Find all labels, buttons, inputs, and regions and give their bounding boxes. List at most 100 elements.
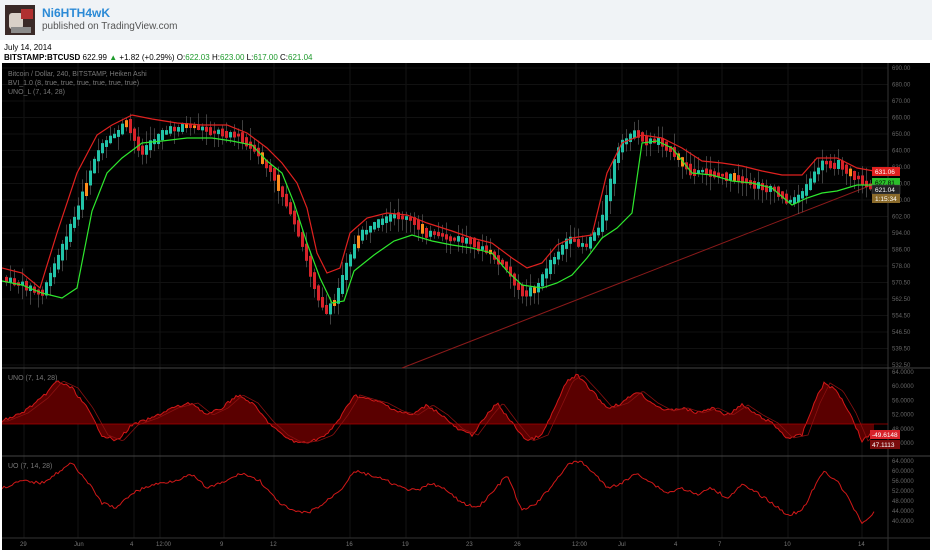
candle-body: [533, 287, 536, 294]
candle-body: [417, 219, 420, 230]
price-tick-14: 562.50: [892, 297, 911, 303]
candle-body: [233, 131, 236, 138]
candle-body: [409, 217, 412, 221]
chart-svg[interactable]: Bitcoin / Dollar, 240, BITSTAMP, Heiken …: [1, 63, 930, 550]
candle-body: [641, 132, 644, 142]
candle-body: [541, 274, 544, 287]
uo-axis[interactable]: 64.0000 60.0000 56.0000 52.0000 48.0000 44.00…: [892, 459, 914, 525]
time-axis[interactable]: 29 Jun 4 12:00 9 12 16 19 23 26 12:00 Jul 4 7 10 14: [20, 542, 865, 548]
time-tick-14: 10: [784, 542, 791, 548]
candle-body: [105, 140, 108, 147]
candle-body: [217, 129, 220, 135]
author-avatar[interactable]: [5, 5, 35, 35]
candle-body: [169, 126, 172, 134]
candle-body: [305, 243, 308, 261]
candle-body: [865, 180, 868, 188]
candle-body: [829, 160, 832, 169]
candle-body: [109, 135, 112, 144]
chart-area[interactable]: Bitcoin / Dollar, 240, BITSTAMP, Heiken …: [1, 63, 930, 550]
candle-body: [805, 184, 808, 196]
main-price-axis[interactable]: 690.00680.00670.00660.00650.00640.00630.…: [892, 66, 911, 369]
candle-body: [325, 304, 328, 314]
candle-body: [481, 246, 484, 250]
candle-body: [589, 236, 592, 249]
upper-band-line: [1, 114, 875, 290]
uo-tick-2: 56.0000: [892, 479, 914, 485]
candle-body: [25, 280, 28, 291]
study-uno-l-label[interactable]: UNO_L (7, 14, 28): [8, 89, 65, 96]
candle-body: [525, 290, 528, 297]
uno-tick-3: 52.0000: [892, 413, 914, 419]
candle-body: [549, 259, 552, 275]
candle-body: [561, 244, 564, 255]
candle-body: [245, 137, 248, 147]
price-tick-5: 640.00: [892, 149, 911, 155]
candle-body: [721, 173, 724, 177]
candle-body: [349, 254, 352, 267]
author-name[interactable]: Ni6HTH4wK: [42, 6, 110, 20]
main-pane-title: Bitcoin / Dollar, 240, BITSTAMP, Heiken …: [8, 71, 147, 78]
uno-tick-0: 64.0000: [892, 370, 914, 376]
candle-body: [53, 263, 56, 278]
published-note: published on TradingView.com: [42, 21, 178, 32]
candle-body: [433, 231, 436, 235]
candle-body: [573, 238, 576, 242]
candle-body: [405, 216, 408, 220]
candle-body: [825, 160, 828, 165]
price-tick-17: 539.50: [892, 347, 911, 353]
candle-body: [193, 125, 196, 129]
candle-body: [853, 170, 856, 181]
candle-body: [157, 133, 160, 145]
close-value: 621.04: [288, 53, 313, 62]
candle-body: [437, 231, 440, 237]
study-bvi-label[interactable]: BVI_1.0 (8, true, true, true, true, true…: [8, 80, 139, 87]
time-tick-7: 19: [402, 542, 409, 548]
time-tick-13: 7: [718, 542, 722, 548]
candle-body: [693, 168, 696, 176]
last-price: 622.99: [82, 53, 107, 62]
candle-body: [365, 229, 368, 235]
candle-body: [101, 143, 104, 154]
uno-pane-title[interactable]: UNO (7, 14, 28): [8, 375, 57, 382]
heiken-ashi-candles: [5, 113, 876, 325]
time-tick-9: 26: [514, 542, 521, 548]
candle-body: [61, 243, 64, 261]
candle-body: [121, 123, 124, 135]
candle-body: [521, 284, 524, 297]
candle-body: [729, 173, 732, 181]
candle-body: [357, 235, 360, 249]
candle-body: [869, 183, 872, 190]
candle-body: [441, 233, 444, 237]
candle-body: [213, 130, 216, 134]
candle-body: [621, 139, 624, 153]
candle-body: [113, 133, 116, 139]
high-label: H:: [211, 53, 220, 62]
uo-tick-3: 52.0000: [892, 489, 914, 495]
candle-body: [753, 181, 756, 189]
candle-body: [833, 162, 836, 169]
candle-body: [173, 126, 176, 132]
trendline[interactable]: [401, 180, 883, 369]
symbol-name: BITSTAMP:BTCUSD: [4, 53, 81, 62]
candle-body: [601, 214, 604, 232]
candle-body: [761, 183, 764, 191]
symbol-quote-line: BITSTAMP:BTCUSD 622.99 ▲ +1.82 (+0.29%) …: [4, 53, 312, 62]
candle-body: [289, 202, 292, 215]
price-tick-3: 660.00: [892, 116, 911, 122]
candle-body: [69, 223, 72, 242]
candle-body: [389, 214, 392, 222]
uo-tick-4: 48.0000: [892, 499, 914, 505]
candle-body: [125, 120, 128, 128]
candle-body: [77, 205, 80, 220]
candle-body: [201, 126, 204, 131]
uo-pane-title[interactable]: UO (7, 14, 28): [8, 463, 52, 470]
price-tick-18: 532.50: [892, 363, 911, 369]
candle-body: [237, 133, 240, 137]
candle-body: [133, 128, 136, 141]
candle-body: [89, 170, 92, 186]
candle-body: [577, 239, 580, 247]
up-arrow-icon: ▲: [109, 53, 118, 62]
candle-body: [733, 173, 736, 181]
low-value: 617.00: [253, 53, 278, 62]
uno-tick-1: 60.0000: [892, 384, 914, 390]
